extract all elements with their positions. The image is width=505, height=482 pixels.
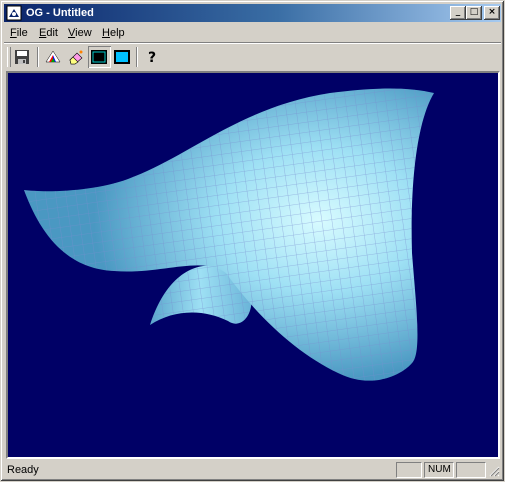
status-text: Ready xyxy=(7,464,39,476)
resize-grip-icon[interactable] xyxy=(488,464,500,478)
filled-window-icon xyxy=(114,50,130,64)
status-pane-empty xyxy=(396,462,422,478)
status-bar: Ready NUM xyxy=(4,461,501,480)
menu-file[interactable]: File xyxy=(10,27,28,40)
3d-viewport[interactable] xyxy=(6,71,500,459)
save-button[interactable] xyxy=(11,46,34,68)
menu-edit[interactable]: Edit xyxy=(39,27,58,40)
toolbar-separator xyxy=(136,47,138,67)
help-icon: ? xyxy=(148,50,156,65)
wireframe-view-button[interactable] xyxy=(88,46,111,68)
menu-view[interactable]: View xyxy=(68,27,92,40)
status-pane-empty xyxy=(456,462,486,478)
wireframe-window-icon xyxy=(91,50,107,64)
erase-button[interactable] xyxy=(65,46,88,68)
solid-view-button[interactable] xyxy=(111,46,134,68)
help-button[interactable]: ? xyxy=(141,46,164,68)
eraser-icon xyxy=(69,50,83,65)
toolbar: ? xyxy=(4,42,501,69)
menu-bar: File Edit View Help xyxy=(4,24,501,42)
toolbar-separator xyxy=(37,47,39,67)
maximize-button[interactable]: □ xyxy=(466,6,482,20)
maximize-icon: □ xyxy=(469,7,479,17)
window-title: OG - Untitled xyxy=(26,7,94,19)
close-button[interactable]: × xyxy=(484,6,500,20)
title-bar[interactable]: OG - Untitled _ □ × xyxy=(4,4,501,22)
color-button[interactable] xyxy=(42,46,65,68)
app-icon[interactable] xyxy=(6,5,22,21)
surface-main-mesh xyxy=(24,88,434,381)
minimize-icon: _ xyxy=(455,7,461,17)
application-window: OG - Untitled _ □ × File Edit View Help xyxy=(0,0,505,482)
color-prism-icon xyxy=(45,50,61,63)
menu-help[interactable]: Help xyxy=(102,27,125,40)
close-icon: × xyxy=(488,7,496,17)
save-icon xyxy=(15,50,29,64)
surface-render xyxy=(24,88,434,381)
minimize-button[interactable]: _ xyxy=(450,6,466,20)
num-lock-indicator: NUM xyxy=(424,462,454,478)
svg-text:?: ? xyxy=(148,50,156,65)
